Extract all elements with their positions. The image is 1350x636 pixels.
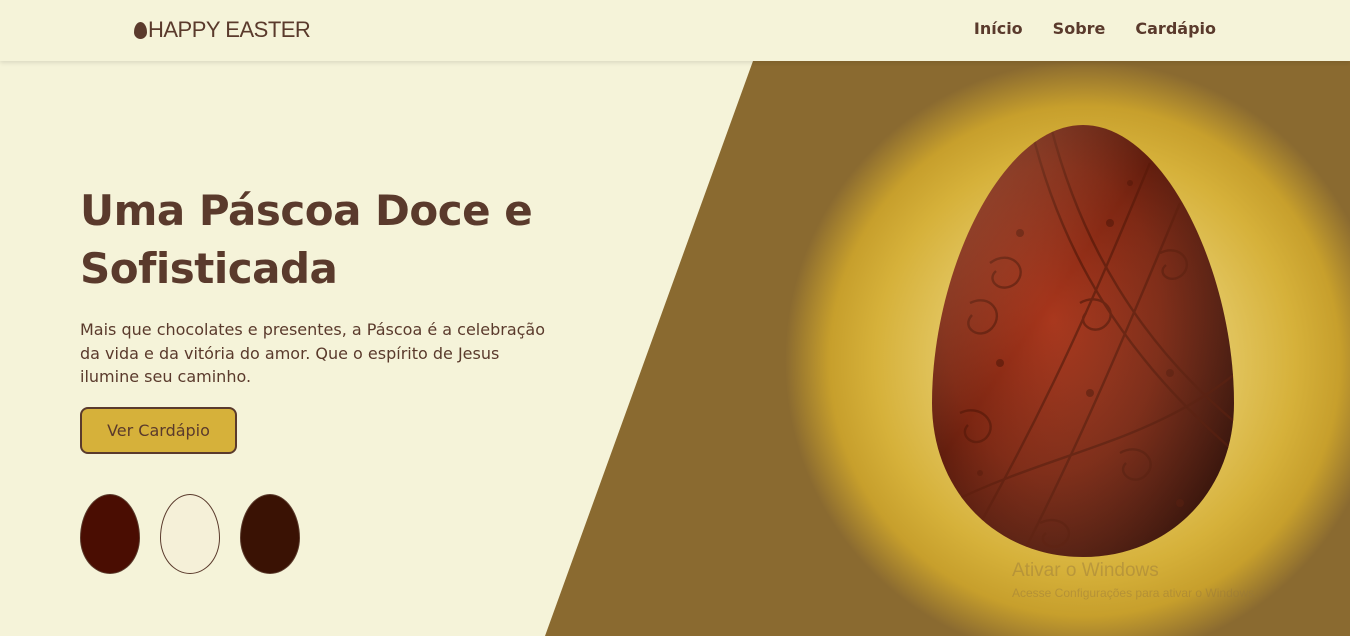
header: HAPPY EASTER Início Sobre Cardápio xyxy=(0,0,1350,61)
nav-link-cardapio[interactable]: Cardápio xyxy=(1135,19,1216,38)
view-menu-button[interactable]: Ver Cardápio xyxy=(80,407,237,454)
windows-activation-watermark: Ativar o Windows Acesse Configurações pa… xyxy=(1012,560,1257,604)
logo-text: HAPPY EASTER xyxy=(148,17,311,42)
logo[interactable]: HAPPY EASTER xyxy=(134,17,311,43)
white-chocolate-swatch[interactable] xyxy=(160,494,220,574)
nav-link-sobre[interactable]: Sobre xyxy=(1053,19,1106,38)
egg-logo-icon xyxy=(134,21,147,39)
milk-chocolate-swatch[interactable] xyxy=(240,494,300,574)
nav-link-inicio[interactable]: Início xyxy=(974,19,1023,38)
hero-description: Mais que chocolates e presentes, a Pásco… xyxy=(80,320,546,386)
chocolate-egg-image xyxy=(930,123,1236,559)
watermark-subtitle: Acesse Configurações para ativar o Windo… xyxy=(1012,586,1258,600)
main-nav: Início Sobre Cardápio xyxy=(974,19,1216,38)
watermark-title: Ativar o Windows xyxy=(1012,560,1159,581)
egg-swatches xyxy=(80,494,300,574)
dark-chocolate-swatch[interactable] xyxy=(80,494,140,574)
hero-title: Uma Páscoa Doce e Sofisticada xyxy=(80,186,533,293)
